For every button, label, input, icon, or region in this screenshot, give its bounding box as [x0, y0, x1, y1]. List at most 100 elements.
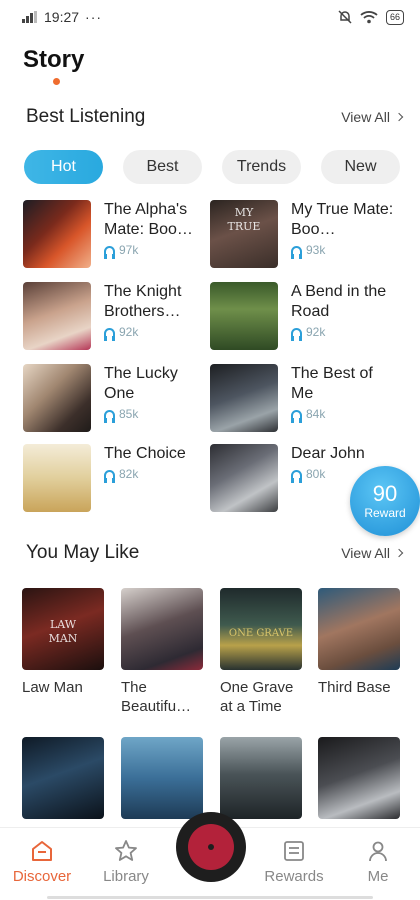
chevron-right-icon: [394, 548, 404, 558]
book-title: The Knight Brothers…: [104, 283, 182, 320]
headphones-icon: [104, 327, 115, 341]
nav-me[interactable]: Me: [336, 838, 420, 885]
book-title: Third Base: [318, 679, 391, 696]
book-item[interactable]: The Knight Brothers… 92k: [23, 282, 213, 350]
chevron-right-icon: [394, 112, 404, 122]
headphones-icon: [291, 469, 302, 483]
headphones-icon: [291, 245, 302, 259]
book-item[interactable]: A Bend in the Road 92k: [210, 282, 400, 350]
book-title: Law Man: [22, 679, 83, 696]
star-icon: [115, 840, 137, 861]
recommended-book[interactable]: [318, 737, 400, 819]
listen-count: 92k: [119, 325, 139, 339]
book-item[interactable]: The Best of Me 84k: [210, 364, 400, 432]
listen-count: 82k: [119, 467, 139, 481]
tab-trends[interactable]: Trends: [222, 150, 301, 184]
status-time: 19:27: [44, 9, 80, 25]
profile-icon: [369, 841, 387, 862]
book-cover: [23, 364, 91, 432]
book-cover: LAW MAN: [22, 588, 104, 670]
recommended-book[interactable]: The Beautifu…: [121, 588, 203, 716]
book-cover: [318, 737, 400, 819]
reward-label: Reward: [364, 506, 406, 520]
player-button[interactable]: [176, 812, 246, 882]
book-title: One Grave at a Time: [220, 679, 294, 715]
home-indicator: [47, 896, 373, 899]
status-bar: 19:27 ··· 66: [0, 0, 420, 34]
listen-count: 92k: [306, 325, 326, 339]
headphones-icon: [291, 327, 302, 341]
book-title: A Bend in the Road: [291, 283, 387, 320]
book-title: The Beautifu…: [121, 679, 192, 715]
nav-label: Me: [367, 868, 389, 885]
book-cover: [22, 737, 104, 819]
book-cover: MY TRUE: [210, 200, 278, 268]
book-cover: [121, 588, 203, 670]
nav-label: Library: [103, 868, 149, 885]
book-title: The Best of Me: [291, 365, 373, 402]
title-underline-dot: [53, 78, 60, 85]
more-dots-icon: ···: [85, 9, 103, 25]
nav-label: Discover: [12, 868, 72, 885]
nav-label: Rewards: [264, 868, 324, 885]
book-title: My True Mate: Boo…: [291, 201, 394, 238]
listen-count: 93k: [306, 243, 326, 257]
you-may-like-header: You May Like View All: [0, 542, 420, 566]
listen-count: 84k: [306, 407, 326, 421]
listen-count: 97k: [119, 243, 139, 257]
wifi-icon: [360, 11, 378, 24]
reward-button[interactable]: 90 Reward: [350, 466, 420, 536]
book-item[interactable]: The Choice 82k: [23, 444, 213, 512]
book-item[interactable]: The Lucky One 85k: [23, 364, 213, 432]
tab-hot[interactable]: Hot: [24, 150, 103, 184]
book-item[interactable]: MY TRUE My True Mate: Boo… 93k: [210, 200, 400, 268]
best-listening-header: Best Listening View All: [0, 106, 420, 130]
book-item[interactable]: The Alpha's Mate: Boo… 97k: [23, 200, 213, 268]
book-cover: [210, 282, 278, 350]
listen-count: 85k: [119, 407, 139, 421]
you-may-like-title: You May Like: [26, 542, 140, 563]
headphones-icon: [104, 245, 115, 259]
headphones-icon: [104, 409, 115, 423]
nav-rewards[interactable]: Rewards: [252, 838, 336, 885]
book-cover: [220, 737, 302, 819]
book-title: Dear John: [291, 445, 365, 462]
recommended-book[interactable]: Third Base: [318, 588, 400, 697]
view-all-label: View All: [341, 545, 390, 561]
headphones-icon: [104, 469, 115, 483]
battery-indicator: 66: [385, 9, 404, 25]
best-listening-view-all[interactable]: View All: [341, 109, 404, 125]
rewards-icon: [284, 841, 304, 861]
tab-best[interactable]: Best: [123, 150, 202, 184]
book-title: The Lucky One: [104, 365, 178, 402]
nav-discover[interactable]: Discover: [0, 838, 84, 885]
reward-value: 90: [372, 481, 398, 506]
tab-new[interactable]: New: [321, 150, 400, 184]
recommended-book[interactable]: [220, 737, 302, 819]
book-title: The Choice: [104, 445, 186, 462]
book-cover: ONE GRAVE: [220, 588, 302, 670]
book-cover: [210, 444, 278, 512]
filter-tabs: Hot Best Trends New: [24, 150, 400, 184]
book-cover: [318, 588, 400, 670]
signal-icon: [22, 11, 37, 23]
nav-library[interactable]: Library: [84, 838, 168, 885]
headphones-icon: [291, 409, 302, 423]
vinyl-record-icon: [188, 824, 234, 870]
book-cover: [121, 737, 203, 819]
mute-icon: [338, 10, 352, 24]
home-icon: [32, 841, 52, 861]
recommended-book[interactable]: LAW MAN Law Man: [22, 588, 104, 697]
book-cover: [23, 444, 91, 512]
book-title: The Alpha's Mate: Boo…: [104, 201, 193, 238]
recommended-book[interactable]: ONE GRAVE One Grave at a Time: [220, 588, 302, 716]
you-may-like-view-all[interactable]: View All: [341, 545, 404, 561]
listen-count: 80k: [306, 467, 326, 481]
recommended-book[interactable]: [121, 737, 203, 819]
book-cover: [23, 200, 91, 268]
view-all-label: View All: [341, 109, 390, 125]
recommended-book[interactable]: [22, 737, 104, 819]
book-cover: [210, 364, 278, 432]
page-title: Story: [23, 46, 85, 73]
best-listening-title: Best Listening: [26, 106, 146, 127]
